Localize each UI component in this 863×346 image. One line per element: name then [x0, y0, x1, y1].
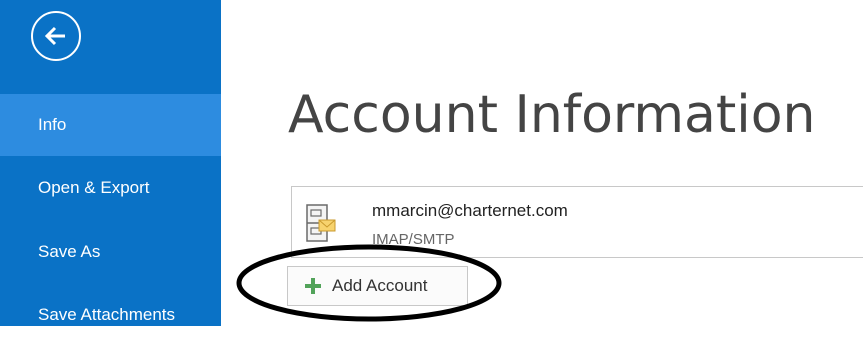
sidebar-item-label: Open & Export [38, 178, 150, 197]
back-arrow-icon [44, 26, 65, 46]
sidebar-item-label: Info [38, 115, 67, 134]
account-type: IMAP/SMTP [372, 231, 455, 245]
sidebar-item-label: Save As [38, 242, 101, 261]
sidebar-item-save-attachments[interactable]: Save Attachments [0, 284, 221, 346]
sidebar-item-save-as[interactable]: Save As [0, 221, 221, 283]
sidebar-item-info[interactable]: Info [0, 94, 221, 156]
page-title: Account Information [288, 85, 816, 145]
sidebar-item-open-export[interactable]: Open & Export [0, 157, 221, 219]
account-cabinet-icon [306, 204, 336, 242]
annotation-circle [236, 244, 502, 322]
account-email: mmarcin@charternet.com [372, 201, 568, 220]
sidebar-item-label: Save Attachments [38, 305, 176, 324]
back-button[interactable] [31, 11, 81, 61]
backstage-sidebar: Info Open & Export Save As Save Attachme… [0, 0, 221, 326]
